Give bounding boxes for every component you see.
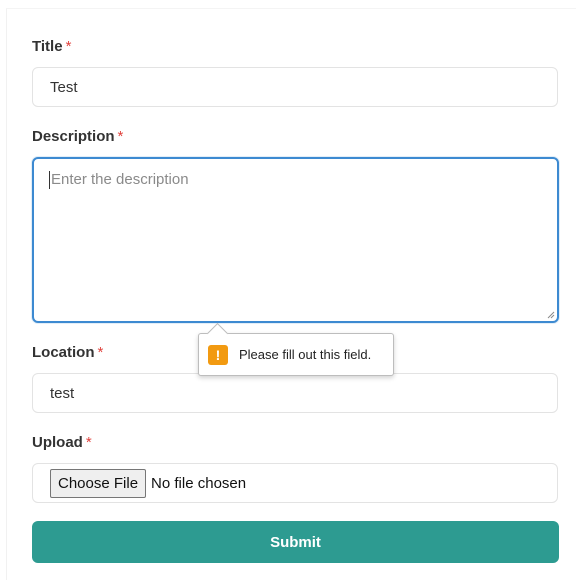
location-label: Location * [32, 344, 104, 361]
resize-handle-icon[interactable] [547, 311, 555, 319]
required-mark: * [97, 344, 104, 361]
required-mark: * [65, 38, 72, 55]
title-input[interactable]: Test [32, 67, 558, 107]
description-textarea[interactable]: Enter the description [32, 157, 559, 323]
required-mark: * [85, 434, 92, 451]
validation-tooltip: ! Please fill out this field. [198, 322, 394, 376]
submit-button[interactable]: Submit [32, 521, 559, 563]
location-input-value: test [50, 384, 75, 402]
file-upload-field: Choose File No file chosen [32, 463, 558, 503]
choose-file-button[interactable]: Choose File [50, 468, 147, 498]
location-input[interactable]: test [32, 373, 558, 413]
title-label: Title * [32, 38, 72, 55]
title-input-value: Test [50, 78, 78, 96]
required-mark: * [117, 128, 124, 145]
warning-icon: ! [208, 344, 228, 365]
text-caret [49, 171, 50, 189]
tooltip-message: Please fill out this field. [239, 347, 372, 362]
file-status-text: No file chosen [151, 474, 247, 492]
description-label: Description * [32, 128, 124, 145]
description-placeholder: Enter the description [51, 171, 189, 188]
upload-label: Upload * [32, 434, 92, 451]
